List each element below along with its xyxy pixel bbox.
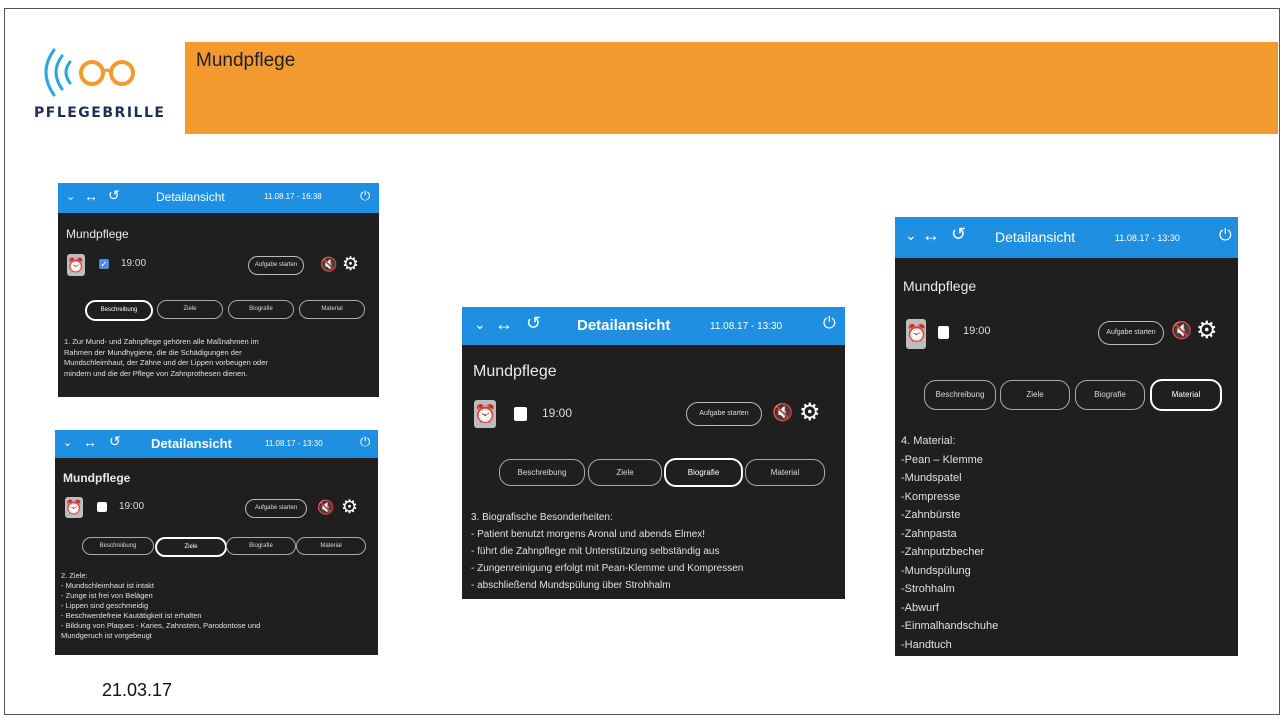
- chevron-down-icon[interactable]: ⌄: [63, 436, 72, 449]
- tab-ziele[interactable]: Ziele: [155, 537, 227, 557]
- header-time: 11.08.17 - 13:30: [1115, 233, 1180, 243]
- slide-title: Mundpflege: [196, 50, 296, 71]
- settings-gear-icon[interactable]: ⚙: [341, 496, 358, 519]
- back-icon[interactable]: ↺: [108, 187, 120, 204]
- screen-beschreibung: ⌄ ↔ ↺ Detailansicht 11.08.17 - 16:38 ⏻ M…: [58, 183, 379, 397]
- header-time: 11.08.17 - 16:38: [264, 192, 322, 201]
- alarm-clock-icon: ⏰: [67, 254, 85, 276]
- tab-beschreibung[interactable]: Beschreibung: [82, 537, 154, 555]
- tab-beschreibung[interactable]: Beschreibung: [85, 300, 153, 321]
- top-bar: ⌄ ↔ ↺ Detailansicht 11.08.17 - 13:30 ⏻: [895, 217, 1238, 258]
- start-task-button[interactable]: Aufgabe starten: [1098, 321, 1164, 345]
- title-banner: [185, 42, 1278, 134]
- header-time: 11.08.17 - 13:30: [710, 321, 783, 332]
- swap-arrows-icon[interactable]: ↔: [83, 434, 97, 450]
- header-title: Detailansicht: [151, 436, 232, 451]
- top-bar: ⌄ ↔ ↺ Detailansicht 11.08.17 - 13:30 ⏻: [55, 430, 378, 458]
- power-icon[interactable]: ⏻: [360, 188, 370, 204]
- done-checkbox[interactable]: [514, 407, 527, 421]
- start-task-button[interactable]: Aufgabe starten: [245, 499, 307, 518]
- task-title: Mundpflege: [63, 471, 131, 485]
- header-title: Detailansicht: [577, 317, 671, 334]
- start-task-button[interactable]: Aufgabe starten: [248, 256, 304, 275]
- tab-beschreibung[interactable]: Beschreibung: [499, 459, 585, 486]
- back-icon[interactable]: ↺: [951, 224, 966, 245]
- task-title: Mundpflege: [66, 227, 129, 241]
- back-icon[interactable]: ↺: [526, 313, 541, 334]
- screen-biografie: ⌄ ↔ ↺ Detailansicht 11.08.17 - 13:30 ⏻ M…: [462, 307, 845, 599]
- task-time: 19:00: [542, 406, 573, 420]
- mute-icon[interactable]: 🔇: [320, 256, 337, 273]
- task-title: Mundpflege: [473, 363, 557, 380]
- screen-ziele: ⌄ ↔ ↺ Detailansicht 11.08.17 - 13:30 ⏻ M…: [55, 430, 378, 655]
- alarm-clock-icon: ⏰: [474, 400, 496, 428]
- slide-date: 21.03.17: [102, 680, 173, 700]
- mute-icon[interactable]: 🔇: [1171, 321, 1192, 341]
- detail-text: 2. Ziele: - Mundschleimhaut ist intakt -…: [61, 571, 261, 640]
- task-title: Mundpflege: [903, 278, 977, 294]
- done-checkbox[interactable]: ✓: [99, 259, 109, 269]
- start-task-button[interactable]: Aufgabe starten: [686, 402, 762, 426]
- tab-material[interactable]: Material: [745, 459, 825, 486]
- tab-biografie[interactable]: Biografie: [228, 300, 294, 319]
- alarm-clock-icon: ⏰: [65, 497, 83, 518]
- task-time: 19:00: [121, 258, 147, 269]
- tab-biografie[interactable]: Biografie: [226, 537, 296, 555]
- swap-arrows-icon[interactable]: ↔: [84, 188, 98, 204]
- tab-material[interactable]: Material: [299, 300, 365, 319]
- tab-beschreibung[interactable]: Beschreibung: [924, 380, 996, 410]
- power-icon[interactable]: ⏻: [360, 434, 370, 450]
- header-title: Detailansicht: [995, 229, 1076, 245]
- tab-ziele[interactable]: Ziele: [588, 459, 662, 486]
- alarm-clock-icon: ⏰: [906, 319, 927, 349]
- done-checkbox[interactable]: [938, 326, 949, 339]
- task-time: 19:00: [963, 325, 991, 337]
- swap-arrows-icon[interactable]: ↔: [495, 314, 513, 335]
- detail-text: 4. Material: -Pean – Klemme -Mundspatel …: [901, 435, 999, 651]
- screen-material: ⌄ ↔ ↺ Detailansicht 11.08.17 - 13:30 ⏻ M…: [895, 217, 1238, 656]
- swap-arrows-icon[interactable]: ↔: [922, 225, 940, 246]
- tab-biografie[interactable]: Biografie: [1075, 380, 1145, 410]
- tab-ziele[interactable]: Ziele: [157, 300, 223, 319]
- header-title: Detailansicht: [156, 190, 225, 204]
- done-checkbox[interactable]: [97, 502, 107, 512]
- header-time: 11.08.17 - 13:30: [265, 439, 323, 448]
- chevron-down-icon[interactable]: ⌄: [474, 316, 486, 333]
- chevron-down-icon[interactable]: ⌄: [66, 190, 75, 203]
- settings-gear-icon[interactable]: ⚙: [342, 253, 359, 276]
- brand-name: PFLEGEBRILLE: [34, 105, 166, 121]
- power-icon[interactable]: ⏻: [1219, 227, 1232, 245]
- detail-text: 3. Biografische Besonderheiten: - Patien…: [471, 512, 744, 591]
- power-icon[interactable]: ⏻: [823, 315, 836, 333]
- mute-icon[interactable]: 🔇: [317, 499, 334, 516]
- settings-gear-icon[interactable]: ⚙: [799, 398, 821, 427]
- tab-ziele[interactable]: Ziele: [1000, 380, 1070, 410]
- back-icon[interactable]: ↺: [109, 433, 121, 450]
- tab-material[interactable]: Material: [296, 537, 366, 555]
- detail-text: 1. Zur Mund- und Zahnpflege gehören alle…: [64, 337, 268, 378]
- tab-material[interactable]: Material: [1150, 379, 1222, 411]
- task-time: 19:00: [119, 501, 145, 512]
- tab-biografie[interactable]: Biografie: [664, 458, 743, 487]
- top-bar: ⌄ ↔ ↺ Detailansicht 11.08.17 - 13:30 ⏻: [462, 307, 845, 345]
- chevron-down-icon[interactable]: ⌄: [905, 227, 917, 244]
- top-bar: ⌄ ↔ ↺ Detailansicht 11.08.17 - 16:38 ⏻: [58, 183, 379, 213]
- mute-icon[interactable]: 🔇: [772, 403, 793, 423]
- settings-gear-icon[interactable]: ⚙: [1196, 316, 1218, 345]
